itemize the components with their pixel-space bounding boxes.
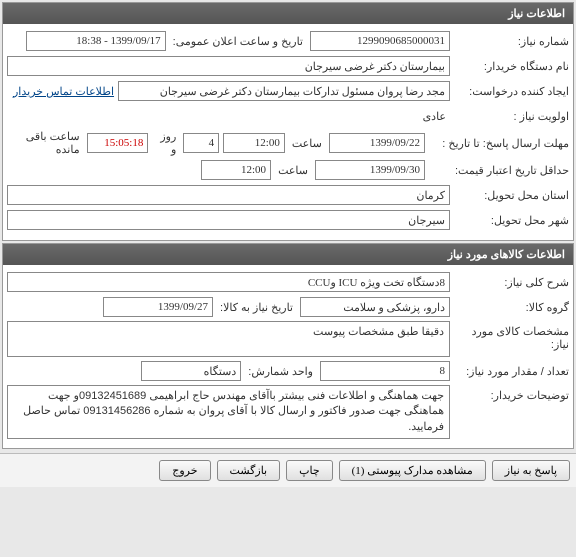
exit-button[interactable]: خروج [159, 460, 210, 481]
org-field: بیمارستان دکتر غرضی سیرجان [7, 56, 450, 76]
desc-field: 8دستگاه تخت ویژه ICU وCCU [7, 272, 450, 292]
panel2-title: اطلاعات کالاهای مورد نیاز [3, 244, 573, 265]
need-date-field: 1399/09/27 [103, 297, 213, 317]
time-label-1: ساعت [289, 137, 325, 150]
min-valid-label: حداقل تاریخ اعتبار قیمت: [429, 164, 569, 177]
province-label: استان محل تحویل: [454, 189, 569, 202]
group-field: دارو، پزشکی و سلامت [300, 297, 450, 317]
contact-link[interactable]: اطلاعات تماس خریدار [7, 85, 114, 98]
deadline-time-field: 12:00 [223, 133, 285, 153]
priority-label: اولویت نیاز : [454, 110, 569, 123]
qty-label: تعداد / مقدار مورد نیاز: [454, 365, 569, 378]
city-label: شهر محل تحویل: [454, 214, 569, 227]
goods-info-panel: اطلاعات کالاهای مورد نیاز شرح کلی نیاز: … [2, 243, 574, 449]
button-bar: پاسخ به نیاز مشاهده مدارک پیوستی (1) چاپ… [0, 453, 576, 487]
panel1-title: اطلاعات نیاز [3, 3, 573, 24]
qty-field: 8 [320, 361, 450, 381]
unit-label: واحد شمارش: [245, 365, 316, 378]
desc-label: شرح کلی نیاز: [454, 276, 569, 289]
back-button[interactable]: بازگشت [217, 460, 281, 481]
req-no-field: 1299090685000031 [310, 31, 450, 51]
respond-button[interactable]: پاسخ به نیاز [492, 460, 570, 481]
min-valid-time-field: 12:00 [201, 160, 271, 180]
days-unit-label: روز و [152, 130, 179, 156]
time-label-2: ساعت [275, 164, 311, 177]
org-label: نام دستگاه خریدار: [454, 60, 569, 73]
city-field: سیرجان [7, 210, 450, 230]
creator-field: مجد رضا پروان مسئول تدارکات بیمارستان دک… [118, 81, 450, 101]
unit-field: دستگاه [141, 361, 241, 381]
group-label: گروه کالا: [454, 301, 569, 314]
creator-label: ایجاد کننده درخواست: [454, 85, 569, 98]
remain-label: ساعت باقی مانده [7, 130, 83, 156]
print-button[interactable]: چاپ [286, 460, 333, 481]
pub-date-label: تاریخ و ساعت اعلان عمومی: [170, 35, 306, 48]
notes-label: توضیحات خریدار: [454, 385, 569, 402]
min-valid-date-field: 1399/09/30 [315, 160, 425, 180]
province-field: کرمان [7, 185, 450, 205]
countdown-field: 15:05:18 [87, 133, 149, 153]
deadline-label: مهلت ارسال پاسخ: تا تاریخ : [429, 137, 569, 150]
need-date-label: تاریخ نیاز به کالا: [217, 301, 296, 314]
priority-value: عادی [419, 108, 450, 125]
req-no-label: شماره نیاز: [454, 35, 569, 48]
pub-date-field: 1399/09/17 - 18:38 [26, 31, 166, 51]
spec-field: دقیقا طبق مشخصات پیوست [7, 321, 450, 357]
spec-label: مشخصات کالای مورد نیاز: [454, 321, 569, 351]
need-info-panel: اطلاعات نیاز شماره نیاز: 129909068500003… [2, 2, 574, 241]
attachments-button[interactable]: مشاهده مدارک پیوستی (1) [339, 460, 486, 481]
notes-field: جهت هماهنگی و اطلاعات فنی بیشتر باآقای م… [7, 385, 450, 439]
days-left-field: 4 [183, 133, 219, 153]
deadline-date-field: 1399/09/22 [329, 133, 425, 153]
